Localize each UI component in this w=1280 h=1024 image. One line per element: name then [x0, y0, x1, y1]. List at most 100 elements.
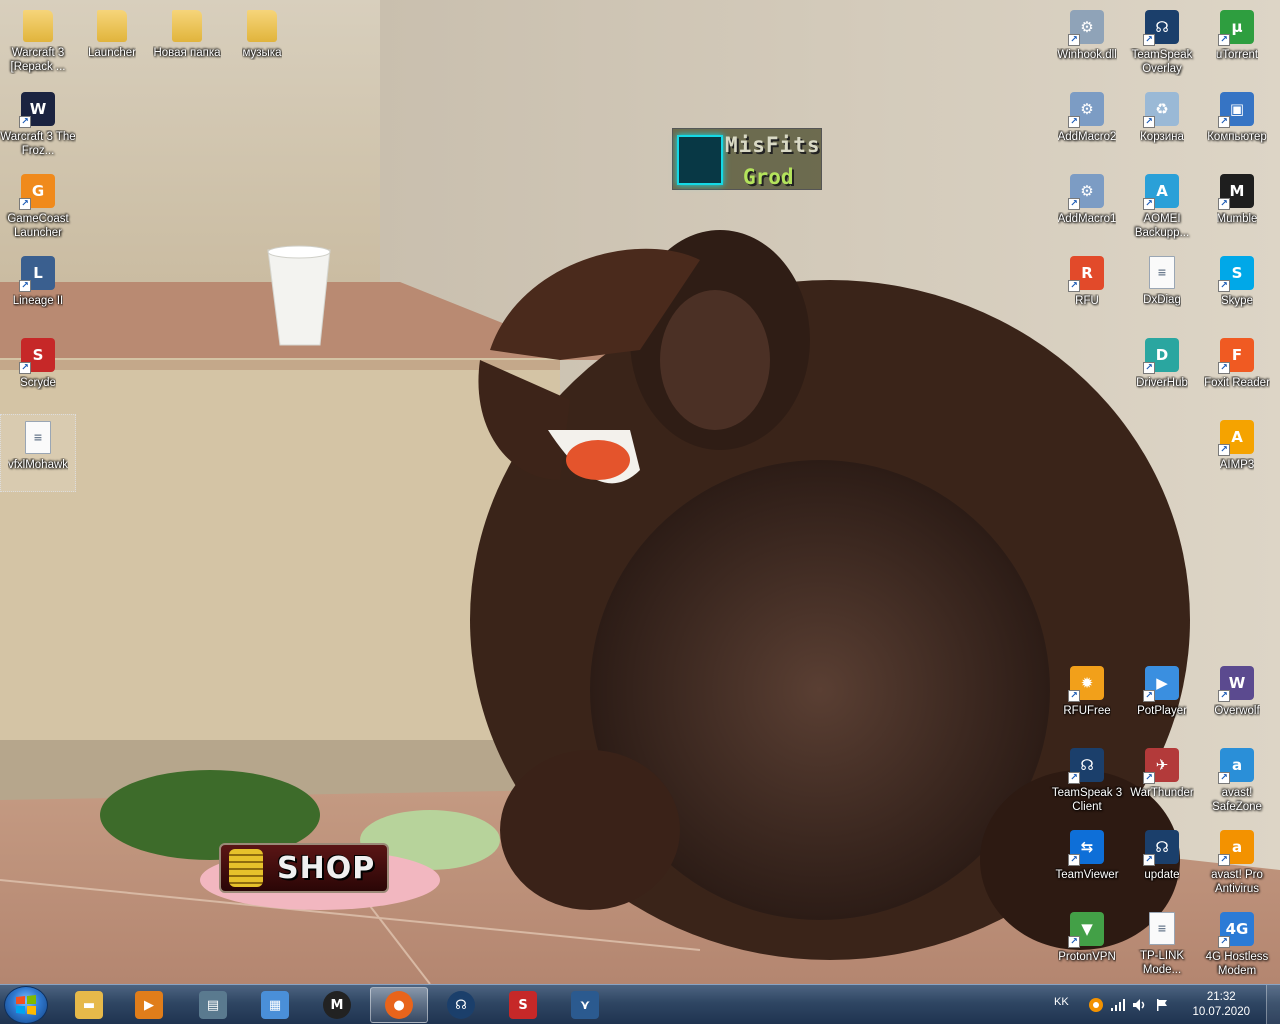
launcher-icon: [97, 10, 127, 42]
desktop-icon-skype[interactable]: S ↗ Skype: [1199, 250, 1275, 328]
update-icon: ☊ ↗: [1143, 830, 1179, 866]
desktop-icon-new-folder[interactable]: Новая папка: [149, 4, 225, 82]
desktop-icon-protonvpn[interactable]: ▼ ↗ ProtonVPN: [1049, 906, 1125, 984]
desktop-icon-rfufree[interactable]: ✹ ↗ RFUFree: [1049, 660, 1125, 738]
clock-time: 21:32: [1206, 991, 1236, 1003]
desktop-icon-4g-hostless-modem[interactable]: 4G ↗ 4G Hostless Modem: [1199, 906, 1275, 984]
misfits-overlay-widget[interactable]: MisFits Grod: [672, 128, 822, 190]
shortcut-arrow-icon: ↗: [1068, 854, 1080, 866]
taskbar-button-mumble[interactable]: M: [308, 987, 366, 1023]
shortcut-arrow-icon: ↗: [1218, 198, 1230, 210]
teamspeak-overlay-icon: ☊ ↗: [1143, 10, 1179, 46]
desktop-icon-avast-pro[interactable]: a ↗ avast! Pro Antivirus: [1199, 824, 1275, 902]
teamviewer-icon: ⇆ ↗: [1068, 830, 1104, 866]
shortcut-arrow-icon: ↗: [1068, 34, 1080, 46]
shortcut-arrow-icon: ↗: [1068, 690, 1080, 702]
desktop-icon-winhook-dll[interactable]: ⚙ ↗ Winhook.dll: [1049, 4, 1125, 82]
taskbar-button-teamspeak[interactable]: ☊: [432, 987, 490, 1023]
desktop-icon-teamspeak-overlay[interactable]: ☊ ↗ TeamSpeak Overlay: [1124, 4, 1200, 82]
windows-logo-icon: [16, 995, 36, 1015]
desktop-icon-utorrent[interactable]: µ ↗ uTorrent: [1199, 4, 1275, 82]
desktop-icon-label: WarThunder: [1130, 787, 1194, 799]
volume-icon[interactable]: [1132, 997, 1148, 1013]
protonvpn-icon: ▼ ↗: [1068, 912, 1104, 948]
desktop-icon-label: AOMEI Backupp...: [1134, 213, 1190, 239]
shortcut-arrow-icon: ↗: [19, 362, 31, 374]
taskbar-button-explorer[interactable]: ▬: [60, 987, 118, 1023]
desktop-icon-launcher[interactable]: Launcher: [74, 4, 150, 82]
desktop-icon-warthunder[interactable]: ✈ ↗ WarThunder: [1124, 742, 1200, 820]
desktop-icon-label: TeamViewer: [1055, 869, 1119, 881]
desktop-icon-music[interactable]: музыка: [224, 4, 300, 82]
shop-button[interactable]: SHOP: [219, 843, 389, 893]
language-indicator[interactable]: KK: [1054, 996, 1069, 1008]
desktop-icon-gamecoast-launcher[interactable]: G ↗ GameCoast Launcher: [0, 168, 76, 246]
desktop-icon-label: vfxlMohawk: [7, 459, 69, 471]
desktop-icon-label: TP-LINK Mode...: [1139, 950, 1185, 976]
shortcut-arrow-icon: ↗: [1218, 444, 1230, 456]
desktop-icon-vfxlmohawk[interactable]: ≡ vfxlMohawk: [0, 414, 76, 492]
desktop-icon-warcraft3-frozen[interactable]: W ↗ Warcraft 3 The Froz...: [0, 86, 76, 164]
desktop-icon-overwolf[interactable]: W ↗ Overwolf: [1199, 660, 1275, 738]
taskbar-button-media-player[interactable]: ▶: [120, 987, 178, 1023]
taskbar-button-lineage[interactable]: ⋎: [556, 987, 614, 1023]
shortcut-arrow-icon: ↗: [1218, 116, 1230, 128]
desktop-icon-addmacro1[interactable]: ⚙ ↗ AddMacro1: [1049, 168, 1125, 246]
taskbar-button-firefox[interactable]: ●: [370, 987, 428, 1023]
desktop-icon-label: Lineage II: [12, 295, 64, 307]
desktop-icon-label: ProtonVPN: [1058, 951, 1116, 963]
control-panel-icon: ▦: [261, 991, 289, 1019]
clock-date: 10.07.2020: [1192, 1006, 1250, 1018]
desktop-icon-driverhub[interactable]: D ↗ DriverHub: [1124, 332, 1200, 410]
desktop-icon-avast-safezone[interactable]: a ↗ avast! SafeZone: [1199, 742, 1275, 820]
desktop-icon-dxdiag[interactable]: ≡ DxDiag: [1124, 250, 1200, 328]
music-icon: [247, 10, 277, 42]
rfu-icon: R ↗: [1068, 256, 1104, 292]
desktop-icon-label: RFU: [1075, 295, 1099, 307]
dxdiag-icon: ≡: [1149, 256, 1175, 289]
taskbar-button-task-manager[interactable]: ▤: [184, 987, 242, 1023]
new-folder-icon: [172, 10, 202, 42]
desktop-icon-label: AddMacro2: [1057, 131, 1117, 143]
aomei-backupper-icon: A ↗: [1143, 174, 1179, 210]
taskbar-button-scryde[interactable]: S: [494, 987, 552, 1023]
desktop-icon-addmacro2[interactable]: ⚙ ↗ AddMacro2: [1049, 86, 1125, 164]
action-center-flag-icon[interactable]: [1154, 997, 1170, 1013]
desktop-icon-teamspeak3-client[interactable]: ☊ ↗ TeamSpeak 3 Client: [1049, 742, 1125, 820]
network-signal-icon[interactable]: [1110, 997, 1126, 1013]
desktop-icon-lineage2[interactable]: L ↗ Lineage II: [0, 250, 76, 328]
aimp3-icon: A ↗: [1218, 420, 1254, 456]
addmacro2-icon: ⚙ ↗: [1068, 92, 1104, 128]
desktop-icon-teamviewer[interactable]: ⇆ ↗ TeamViewer: [1049, 824, 1125, 902]
taskbar-clock[interactable]: 21:32 10.07.2020: [1192, 990, 1250, 1020]
tray-avast-icon[interactable]: [1088, 997, 1104, 1013]
desktop-icon-mumble[interactable]: M ↗ Mumble: [1199, 168, 1275, 246]
taskbar: ▬ ▶ ▤ ▦ M ● ☊ S ⋎ KK 21:32 10.07.2020: [0, 984, 1280, 1024]
recycle-bin-icon: ♻ ↗: [1143, 92, 1179, 128]
desktop-icon-computer[interactable]: ▣ ↗ Компьютер: [1199, 86, 1275, 164]
desktop-icon-recycle-bin[interactable]: ♻ ↗ Корзина: [1124, 86, 1200, 164]
desktop-icon-warcraft3-repack[interactable]: Warcraft 3 [Repack ...: [0, 4, 76, 82]
desktop-icon-update[interactable]: ☊ ↗ update: [1124, 824, 1200, 902]
desktop-icon-label: 4G Hostless Modem: [1205, 951, 1269, 977]
desktop-icon-foxit-reader[interactable]: F ↗ Foxit Reader: [1199, 332, 1275, 410]
taskbar-button-control-panel[interactable]: ▦: [246, 987, 304, 1023]
utorrent-icon: µ ↗: [1218, 10, 1254, 46]
desktop-icon-label: Корзина: [1140, 131, 1184, 143]
warcraft3-repack-icon: [23, 10, 53, 42]
desktop-icon-tplink-modem[interactable]: ≡ TP-LINK Mode...: [1124, 906, 1200, 984]
show-desktop-button[interactable]: [1266, 985, 1280, 1024]
desktop-icon-potplayer[interactable]: ▶ ↗ PotPlayer: [1124, 660, 1200, 738]
coins-icon: [229, 849, 263, 887]
skype-icon: S ↗: [1218, 256, 1254, 292]
desktop-icon-label: Launcher: [88, 47, 136, 59]
desktop-icon-label: Overwolf: [1214, 705, 1260, 717]
desktop-icon-rfu[interactable]: R ↗ RFU: [1049, 250, 1125, 328]
misfits-emblem-icon: [677, 135, 723, 185]
desktop-icon-aimp3[interactable]: A ↗ AIMP3: [1199, 414, 1275, 492]
desktop-icon-scryde[interactable]: S ↗ Scryde: [0, 332, 76, 410]
desktop-icon-aomei-backupper[interactable]: A ↗ AOMEI Backupp...: [1124, 168, 1200, 246]
desktop-icon-label: Skype: [1221, 295, 1253, 307]
start-button[interactable]: [4, 986, 48, 1024]
scryde-icon: S: [509, 991, 537, 1019]
